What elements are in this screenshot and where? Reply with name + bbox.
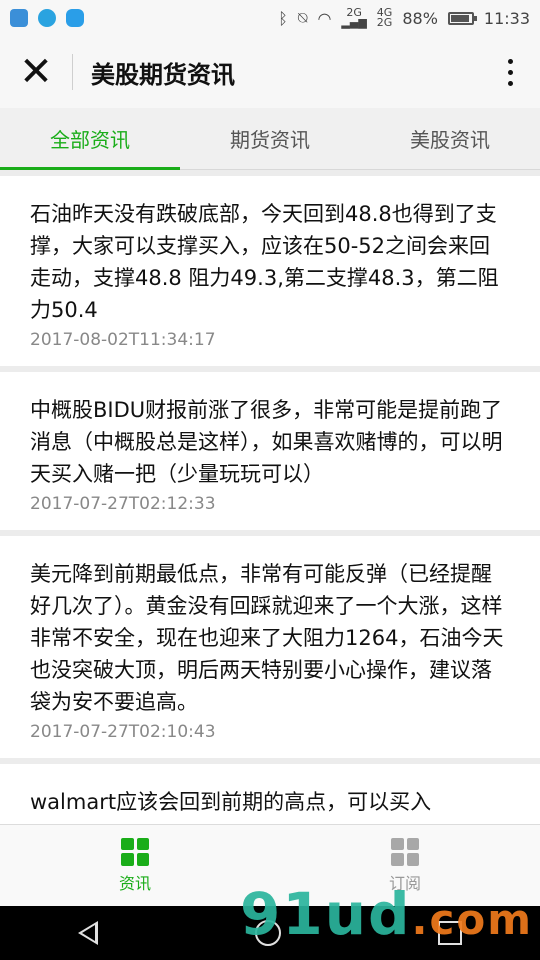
battery-icon — [447, 11, 477, 25]
tab-us-stock-news[interactable]: 美股资讯 — [360, 108, 540, 169]
bluetooth-icon: ᛒ — [278, 8, 288, 28]
news-feed[interactable]: 石油昨天没有跌破底部，今天回到48.8也得到了支撑，大家可以支撑买入，应该在50… — [0, 176, 540, 824]
news-card[interactable]: 中概股BIDU财报前涨了很多，非常可能是提前跑了消息（中概股总是这样），如果喜欢… — [0, 372, 540, 530]
back-icon[interactable] — [78, 921, 99, 945]
status-bar: ᛒ ⍉ ◠ 2G ▂▄▆ 4G 2G 88% 11:33 — [0, 0, 540, 36]
news-card[interactable]: 美元降到前期最低点，非常有可能反弹（已经提醒好几次了）。黄金没有回踩就迎来了一个… — [0, 536, 540, 758]
grid-icon — [391, 837, 419, 866]
gallery-app-icon — [10, 9, 28, 27]
home-icon[interactable] — [254, 920, 281, 946]
category-tabs: 全部资讯 期货资讯 美股资讯 — [0, 108, 540, 170]
nav-news-label: 资讯 — [118, 873, 151, 893]
tab-futures-news[interactable]: 期货资讯 — [180, 108, 360, 169]
title-divider — [72, 54, 73, 90]
status-right: ᛒ ⍉ ◠ 2G ▂▄▆ 4G 2G 88% 11:33 — [278, 6, 530, 29]
page-title: 美股期货资讯 — [91, 60, 235, 89]
signal-2g-icon: 2G ▂▄▆ — [341, 6, 367, 29]
news-text: walmart应该会回到前期的高点，可以买入 — [30, 790, 432, 814]
grid-icon — [121, 837, 149, 866]
news-timestamp: 2017-07-27T02:10:43 — [30, 722, 216, 742]
close-button[interactable]: ✕ — [0, 36, 72, 108]
more-dot-icon — [507, 58, 513, 64]
news-card[interactable]: walmart应该会回到前期的高点，可以买入 — [0, 764, 540, 824]
more-dot-icon — [507, 69, 513, 75]
wifi-icon: ◠ — [317, 8, 332, 28]
chat-app-icon — [66, 9, 84, 27]
news-text: 美元降到前期最低点，非常有可能反弹（已经提醒好几次了）。黄金没有回踩就迎来了一个… — [30, 562, 504, 714]
nav-news[interactable]: 资讯 — [0, 825, 270, 906]
recent-apps-icon[interactable] — [437, 921, 462, 945]
telegram-app-icon — [38, 9, 56, 27]
clock: 11:33 — [483, 8, 530, 28]
phone-screen: ᛒ ⍉ ◠ 2G ▂▄▆ 4G 2G 88% 11:33 ✕ 美股期货资讯 全部资讯… — [0, 0, 540, 960]
news-card[interactable]: 石油昨天没有跌破底部，今天回到48.8也得到了支撑，大家可以支撑买入，应该在50… — [0, 176, 540, 366]
news-timestamp: 2017-07-27T02:12:33 — [30, 494, 216, 514]
nav-subscribe[interactable]: 订阅 — [270, 825, 540, 906]
signal-4g-icon: 4G 2G — [376, 6, 393, 29]
more-options-button[interactable] — [480, 36, 540, 108]
close-icon: ✕ — [19, 49, 53, 95]
news-timestamp: 2017-08-02T11:34:17 — [30, 330, 216, 350]
more-dot-icon — [507, 80, 513, 86]
nav-subscribe-label: 订阅 — [388, 873, 421, 893]
bottom-navigation: 资讯 订阅 — [0, 824, 540, 906]
news-text: 石油昨天没有跌破底部，今天回到48.8也得到了支撑，大家可以支撑买入，应该在50… — [30, 202, 499, 322]
title-bar: ✕ 美股期货资讯 — [0, 36, 540, 108]
battery-percent: 88% — [402, 8, 438, 28]
status-left — [10, 9, 84, 27]
system-navigation-bar — [0, 906, 540, 960]
news-text: 中概股BIDU财报前涨了很多，非常可能是提前跑了消息（中概股总是这样），如果喜欢… — [30, 398, 503, 486]
mute-icon: ⍉ — [297, 8, 308, 27]
tab-all-news[interactable]: 全部资讯 — [0, 108, 180, 170]
